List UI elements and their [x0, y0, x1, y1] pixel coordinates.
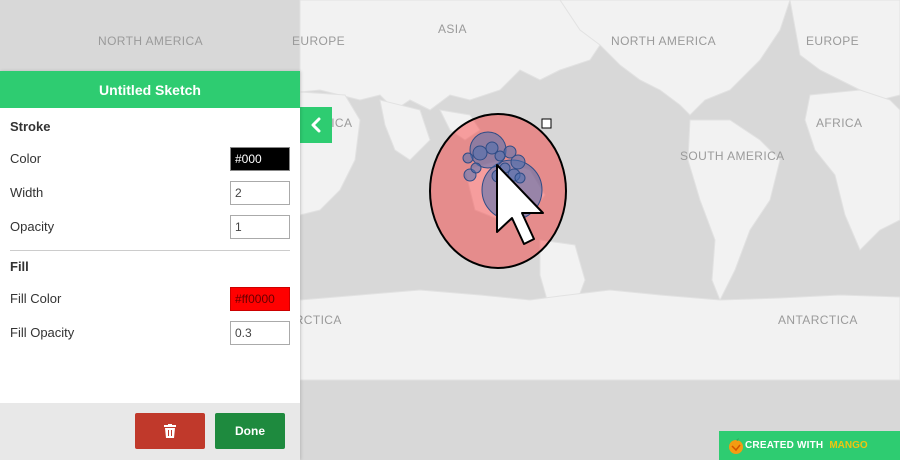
delete-button[interactable] [135, 413, 205, 449]
panel-title: Untitled Sketch [0, 71, 300, 108]
fill-opacity-input[interactable]: 0.3 [230, 321, 290, 345]
stroke-color-row: Color #000 [0, 142, 300, 176]
mango-logo-icon [729, 438, 743, 454]
badge-text: CREATED WITH [745, 440, 824, 451]
trash-icon [164, 424, 176, 438]
fill-color-label: Fill Color [10, 291, 62, 306]
stroke-width-row: Width 2 [0, 176, 300, 210]
stroke-opacity-input[interactable]: 1 [230, 215, 290, 239]
done-button[interactable]: Done [215, 413, 285, 449]
fill-opacity-label: Fill Opacity [10, 325, 75, 340]
map-label: NORTH AMERICA [98, 34, 203, 48]
map-label: SOUTH AMERICA [680, 149, 785, 163]
stroke-color-picker[interactable]: #000 [230, 147, 290, 171]
fill-color-row: Fill Color #ff0000 [0, 282, 300, 316]
fill-color-picker[interactable]: #ff0000 [230, 287, 290, 311]
stroke-width-label: Width [10, 185, 44, 200]
created-with-badge[interactable]: CREATED WITH MANGO [719, 431, 900, 460]
map-label: EUROPE [806, 34, 860, 48]
stroke-section-title: Stroke [10, 119, 51, 134]
fill-section-title: Fill [10, 259, 29, 274]
map-label: AFRICA [816, 116, 863, 130]
stroke-width-input[interactable]: 2 [230, 181, 290, 205]
map-label: ANTARCTICA [778, 313, 858, 327]
chevron-left-icon [311, 117, 321, 133]
stroke-opacity-row: Opacity 1 [0, 210, 300, 244]
stroke-opacity-label: Opacity [10, 219, 55, 234]
panel-footer: Done [0, 403, 300, 460]
fill-opacity-row: Fill Opacity 0.3 [0, 316, 300, 350]
map-label: ASIA [438, 22, 467, 36]
badge-brand: MANGO [829, 440, 868, 451]
section-divider [10, 250, 290, 251]
map-label: NORTH AMERICA [611, 34, 716, 48]
map-label: EUROPE [292, 34, 346, 48]
resize-handle [541, 118, 552, 129]
stroke-color-label: Color [10, 151, 42, 166]
collapse-panel-button[interactable] [300, 107, 332, 143]
sketch-style-panel: Untitled Sketch Stroke Color #000 Width … [0, 71, 300, 460]
